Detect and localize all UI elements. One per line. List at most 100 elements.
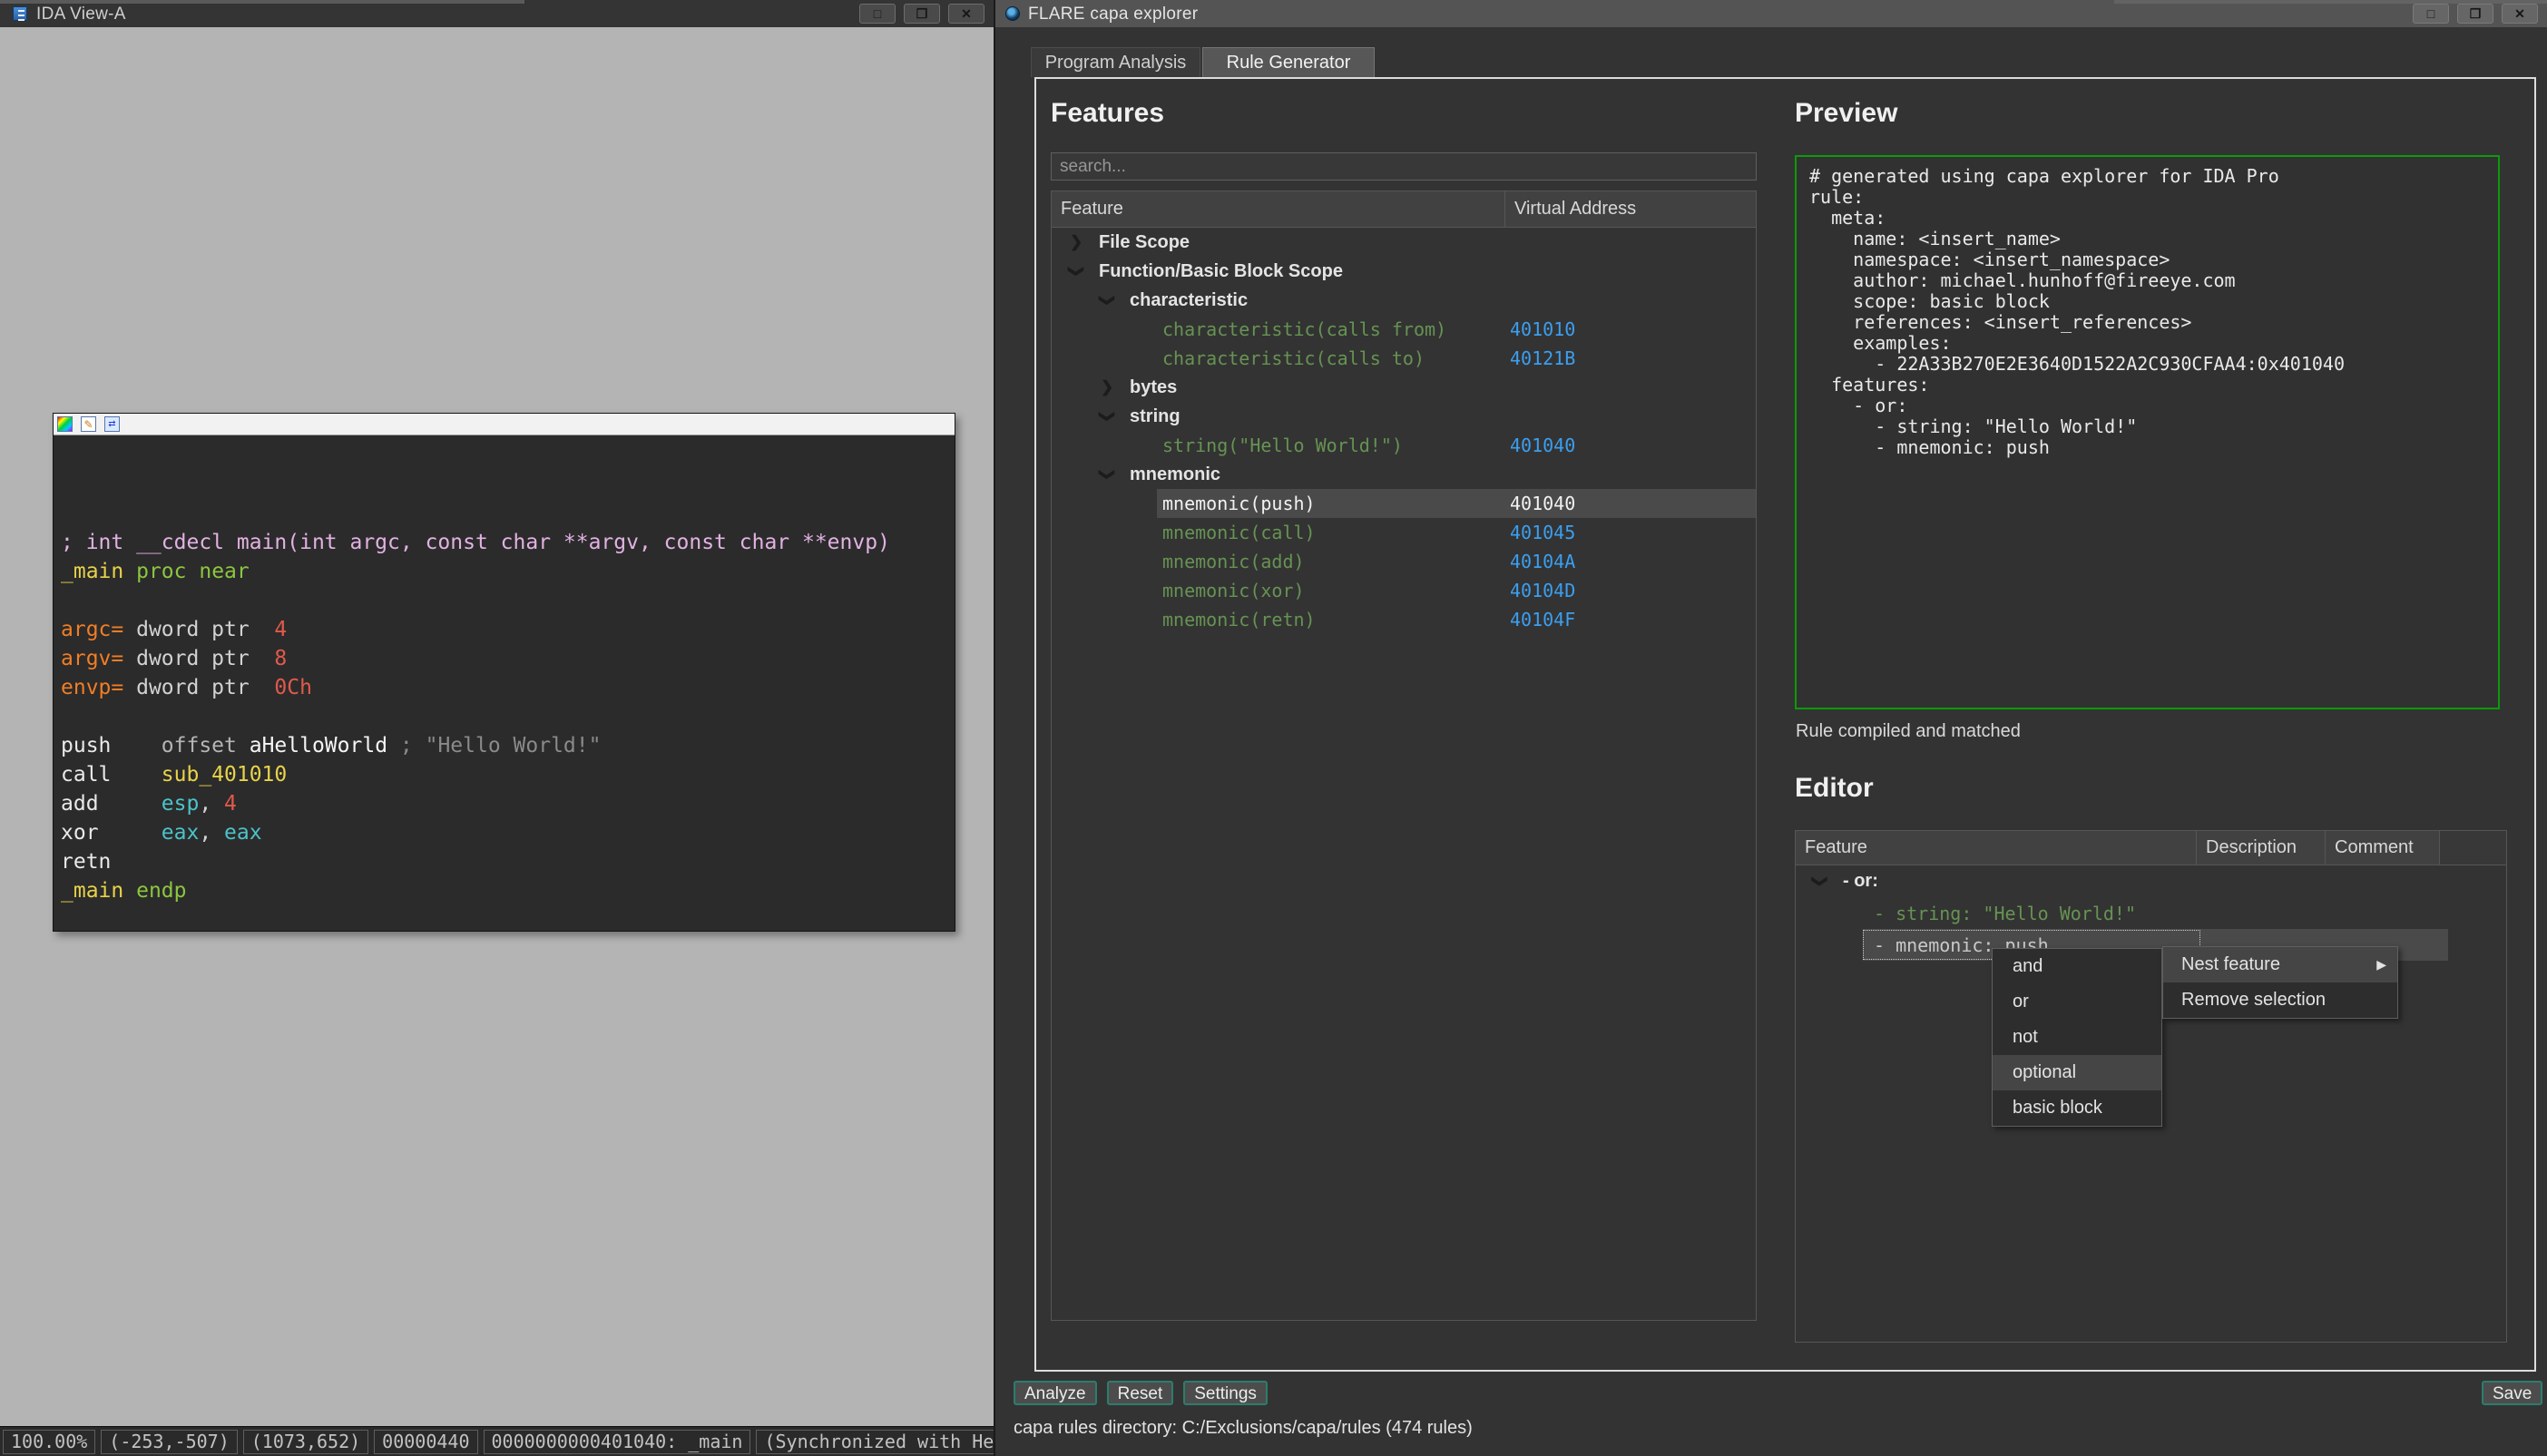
disassembly-line: envp= dword ptr 0Ch <box>61 673 955 702</box>
editor-feature-label: - or: <box>1843 865 1878 897</box>
close-button[interactable]: ✕ <box>2502 4 2538 24</box>
status-segment: 0000000000401040: _main <box>484 1430 751 1454</box>
disassembly-line <box>61 586 955 615</box>
column-description[interactable]: Description <box>2197 831 2326 865</box>
feature-row[interactable]: string("Hello World!") 401040 <box>1052 431 1756 460</box>
maximize-button[interactable]: □ <box>2413 4 2449 24</box>
feature-label: Function/Basic Block Scope <box>1099 257 1343 286</box>
disassembly-toolbar: ✎ ⇄ <box>54 414 955 435</box>
editor-tree-header: Feature Description Comment <box>1796 831 2506 865</box>
feature-row[interactable]: characteristic(calls from)401010 <box>1052 315 1756 344</box>
disassembly-line: push offset aHelloWorld ; "Hello World!" <box>61 731 955 760</box>
chevron-down-icon[interactable]: ❯ <box>1092 410 1122 423</box>
menu-item-and[interactable]: and <box>1993 949 2161 984</box>
feature-label: string("Hello World!") <box>1162 431 1403 460</box>
column-feature[interactable]: Feature <box>1796 831 2197 865</box>
feature-label: characteristic(calls from) <box>1162 315 1446 344</box>
ida-view-window: ✎ ⇄ ; int __cdecl main(int argc, const c… <box>0 0 994 1456</box>
column-virtual-address[interactable]: Virtual Address <box>1505 191 1757 228</box>
chevron-down-icon[interactable]: ❯ <box>1092 468 1122 481</box>
analyze-button[interactable]: Analyze <box>1014 1381 1097 1405</box>
sync-icon[interactable]: ⇄ <box>104 416 120 432</box>
disassembly-line: ; int __cdecl main(int argc, const char … <box>61 528 955 557</box>
feature-row[interactable]: ❯characteristic <box>1052 286 1756 315</box>
chevron-right-icon[interactable]: ❯ <box>1101 373 1113 402</box>
ida-statusbar: 100.00%(-253,-507)(1073,652)000004400000… <box>0 1426 994 1456</box>
disassembly-line <box>61 499 955 528</box>
disassembly-line: _main endp <box>61 876 955 905</box>
menu-item-remove-selection[interactable]: Remove selection <box>2163 982 2397 1018</box>
virtual-address: 40104A <box>1510 547 1575 576</box>
window-controls: □ ❐ ✕ <box>859 4 985 24</box>
menu-item-or[interactable]: or <box>1993 984 2161 1020</box>
rule-preview-text: # generated using capa explorer for IDA … <box>1809 166 2498 458</box>
status-segment: (-253,-507) <box>101 1430 237 1454</box>
capa-button-row: Analyze Reset Settings <box>1014 1381 1268 1405</box>
disassembly-code[interactable]: ; int __cdecl main(int argc, const char … <box>54 435 955 905</box>
feature-row[interactable]: ❯mnemonic <box>1052 460 1756 489</box>
palette-icon[interactable] <box>57 416 73 432</box>
ida-view-client: ✎ ⇄ ; int __cdecl main(int argc, const c… <box>0 27 994 1426</box>
capa-logo-icon <box>1005 6 1020 21</box>
features-rows: ❯File Scope❯Function/Basic Block Scope❯c… <box>1052 228 1756 634</box>
maximize-button[interactable]: □ <box>859 4 896 24</box>
preview-heading: Preview <box>1795 98 1897 129</box>
feature-row[interactable]: mnemonic(push)401040 <box>1052 489 1756 518</box>
nest-feature-submenu: andornotoptionalbasic block <box>1992 948 2162 1127</box>
chevron-right-icon[interactable]: ❯ <box>1070 228 1082 257</box>
disassembly-window[interactable]: ✎ ⇄ ; int __cdecl main(int argc, const c… <box>53 413 955 932</box>
ida-view-icon <box>13 6 27 21</box>
tab-program-analysis[interactable]: Program Analysis <box>1031 47 1200 77</box>
disassembly-line <box>61 470 955 499</box>
status-segment: 00000440 <box>374 1430 477 1454</box>
feature-row[interactable]: mnemonic(xor) 40104D <box>1052 576 1756 605</box>
feature-row[interactable]: mnemonic(retn)40104F <box>1052 605 1756 634</box>
chevron-down-icon[interactable]: ❯ <box>1805 875 1837 887</box>
feature-row[interactable]: ❯string <box>1052 402 1756 431</box>
virtual-address: 401040 <box>1510 489 1575 518</box>
preview-box[interactable]: # generated using capa explorer for IDA … <box>1795 155 2500 709</box>
save-button[interactable]: Save <box>2482 1381 2542 1405</box>
capa-titlebar[interactable]: FLARE capa explorer □❐✕ <box>995 0 2547 27</box>
ida-view-titlebar[interactable]: IDA View-A □ ❐ ✕ <box>0 0 994 27</box>
search-input[interactable] <box>1051 152 1757 181</box>
window-title: IDA View-A <box>36 5 126 24</box>
disassembly-line: retn <box>61 847 955 876</box>
chevron-down-icon[interactable]: ❯ <box>1062 265 1091 278</box>
editor-feature-label: - string: "Hello World!" <box>1874 897 2136 929</box>
menu-item-not[interactable]: not <box>1993 1020 2161 1055</box>
feature-row[interactable]: ❯ bytes <box>1052 373 1756 402</box>
disassembly-line: argv= dword ptr 8 <box>61 644 955 673</box>
disassembly-line <box>61 441 955 470</box>
editor-row[interactable]: ❯ - or: <box>1796 865 2506 897</box>
close-button[interactable]: ✕ <box>948 4 985 24</box>
feature-row[interactable]: ❯ Function/Basic Block Scope <box>1052 257 1756 286</box>
menu-item-optional[interactable]: optional <box>1993 1055 2161 1090</box>
capa-status-text: capa rules directory: C:/Exclusions/capa… <box>1014 1418 1473 1439</box>
virtual-address: 401045 <box>1510 518 1575 547</box>
menu-item-basic-block[interactable]: basic block <box>1993 1090 2161 1126</box>
restore-button[interactable]: ❐ <box>2457 4 2493 24</box>
column-comment[interactable]: Comment <box>2326 831 2440 865</box>
feature-row[interactable]: characteristic(calls to)40121B <box>1052 344 1756 373</box>
virtual-address: 40104D <box>1510 576 1575 605</box>
menu-item-nest-feature[interactable]: Nest feature▶ <box>2163 947 2397 982</box>
settings-button[interactable]: Settings <box>1183 1381 1268 1405</box>
restore-button[interactable]: ❐ <box>904 4 940 24</box>
status-segment: (Synchronized with Hex <box>756 1430 994 1454</box>
column-feature[interactable]: Feature <box>1052 191 1505 228</box>
tab-rule-generator[interactable]: Rule Generator <box>1202 47 1375 77</box>
virtual-address: 401040 <box>1510 431 1575 460</box>
window-controls: □ ❐ ✕ <box>2413 4 2538 24</box>
edit-icon[interactable]: ✎ <box>81 416 96 432</box>
feature-row[interactable]: mnemonic(call)401045 <box>1052 518 1756 547</box>
editor-row[interactable]: - string: "Hello World!" <box>1796 897 2506 929</box>
editor-rows: ❯- or:- string: "Hello World!"- mnemonic… <box>1796 865 2506 961</box>
feature-label: mnemonic(xor) <box>1162 576 1305 605</box>
status-segment: (1073,652) <box>243 1430 368 1454</box>
reset-button[interactable]: Reset <box>1107 1381 1174 1405</box>
feature-label: bytes <box>1130 373 1177 402</box>
feature-row[interactable]: ❯File Scope <box>1052 228 1756 257</box>
feature-row[interactable]: mnemonic(add)40104A <box>1052 547 1756 576</box>
chevron-down-icon[interactable]: ❯ <box>1092 294 1122 307</box>
